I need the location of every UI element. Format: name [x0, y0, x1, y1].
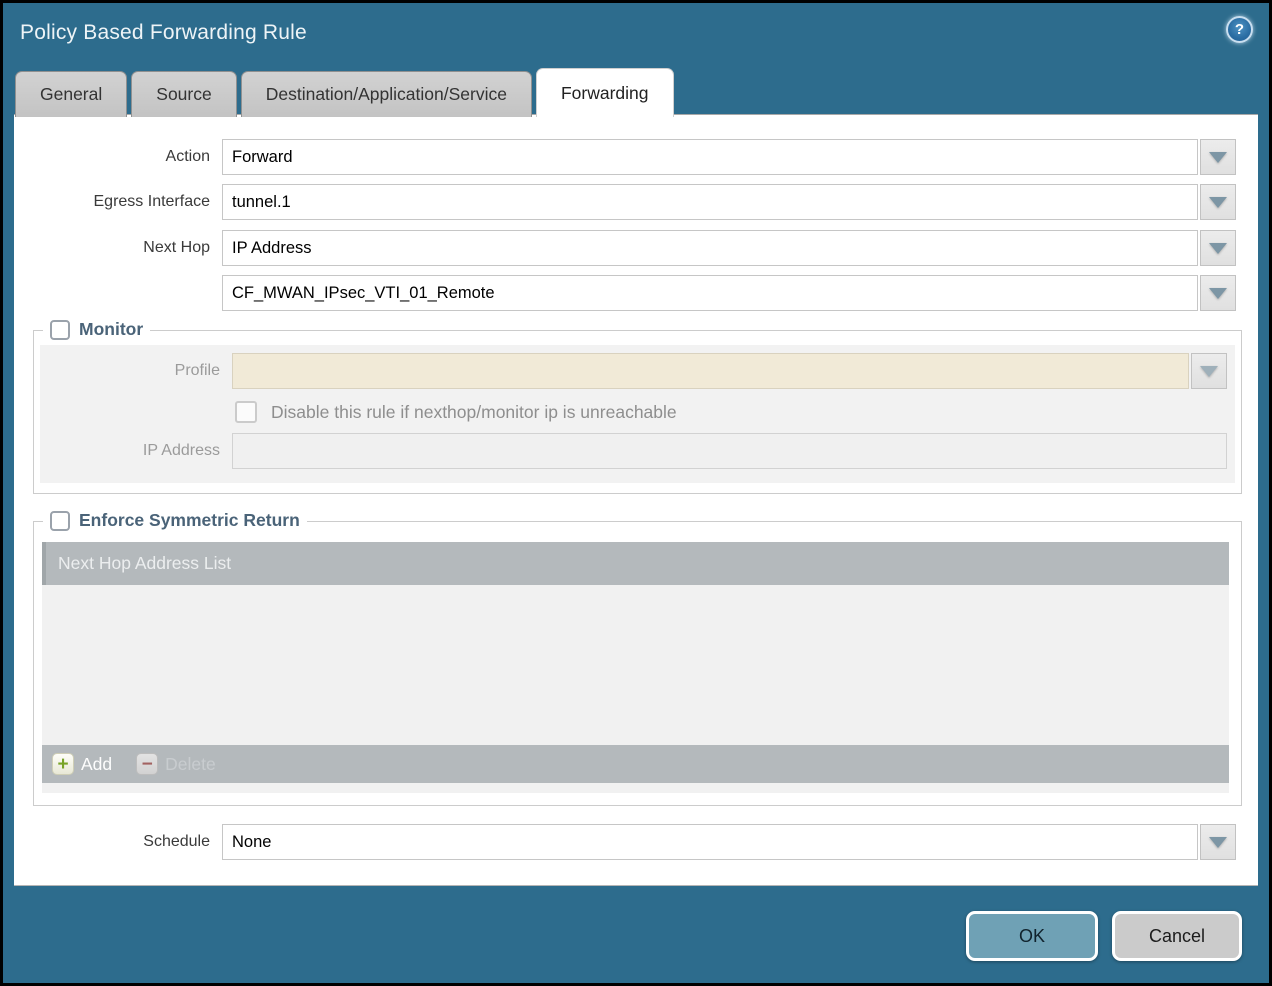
monitor-ip-address-label: IP Address: [40, 442, 220, 460]
plus-icon: +: [52, 753, 74, 775]
profile-select: [232, 353, 1189, 389]
monitor-legend: Monitor: [43, 319, 150, 340]
tab-destination-label: Destination/Application/Service: [266, 84, 507, 105]
egress-interface-dropdown-button[interactable]: [1200, 184, 1236, 220]
egress-interface-row: Egress Interface tunnel.1: [14, 184, 1236, 220]
schedule-dropdown-button[interactable]: [1200, 824, 1236, 860]
schedule-row: Schedule None: [14, 824, 1236, 860]
minus-icon: −: [136, 753, 158, 775]
next-hop-address-dropdown-button[interactable]: [1200, 275, 1236, 311]
dialog-title: Policy Based Forwarding Rule: [20, 21, 307, 45]
next-hop-address-list-header: Next Hop Address List: [42, 542, 1229, 585]
table-bottom-strip: [42, 783, 1229, 793]
tab-destination-application-service[interactable]: Destination/Application/Service: [241, 71, 532, 117]
profile-row: Profile: [40, 353, 1227, 389]
add-button[interactable]: + Add: [52, 753, 112, 775]
enforce-symmetric-return-legend: Enforce Symmetric Return: [43, 510, 307, 531]
monitor-legend-label: Monitor: [79, 319, 143, 340]
tab-forwarding-label: Forwarding: [561, 83, 649, 104]
next-hop-address-select[interactable]: CF_MWAN_IPsec_VTI_01_Remote: [222, 275, 1198, 311]
enforce-symmetric-return-label: Enforce Symmetric Return: [79, 510, 300, 531]
chevron-down-icon: [1209, 288, 1227, 299]
monitor-ip-address-input: [232, 433, 1227, 469]
tab-general-label: General: [40, 84, 102, 105]
next-hop-address-list-header-label: Next Hop Address List: [58, 553, 231, 574]
disable-rule-checkbox: [235, 401, 257, 423]
schedule-label: Schedule: [14, 833, 210, 851]
action-select[interactable]: Forward: [222, 139, 1198, 175]
chevron-down-icon: [1209, 197, 1227, 208]
action-label: Action: [14, 148, 210, 166]
profile-label: Profile: [40, 362, 220, 380]
monitor-ip-address-row: IP Address: [40, 433, 1227, 469]
help-icon[interactable]: ?: [1226, 16, 1253, 43]
chevron-down-icon: [1200, 366, 1218, 377]
tab-general[interactable]: General: [15, 71, 127, 117]
tab-bar: General Source Destination/Application/S…: [15, 68, 678, 117]
delete-button-label: Delete: [165, 754, 216, 775]
next-hop-row: Next Hop IP Address: [14, 230, 1236, 266]
profile-dropdown-button: [1191, 353, 1227, 389]
disable-rule-label: Disable this rule if nexthop/monitor ip …: [271, 402, 677, 423]
title-bar: Policy Based Forwarding Rule ?: [3, 3, 1269, 65]
table-toolbar: + Add − Delete: [42, 745, 1229, 783]
schedule-select[interactable]: None: [222, 824, 1198, 860]
monitor-panel: Profile Disable this rule if nexthop/mon…: [40, 345, 1235, 483]
disable-rule-row: Disable this rule if nexthop/monitor ip …: [235, 401, 1227, 423]
ok-button-label: OK: [1019, 926, 1045, 947]
help-glyph: ?: [1235, 21, 1244, 38]
tab-source-label: Source: [156, 84, 211, 105]
next-hop-label: Next Hop: [14, 239, 210, 257]
next-hop-type-select[interactable]: IP Address: [222, 230, 1198, 266]
forwarding-tab-panel: Action Forward Egress Interface tunnel.1…: [14, 114, 1258, 886]
chevron-down-icon: [1209, 152, 1227, 163]
add-button-label: Add: [81, 754, 112, 775]
monitor-checkbox[interactable]: [50, 320, 70, 340]
delete-button: − Delete: [136, 753, 216, 775]
next-hop-type-dropdown-button[interactable]: [1200, 230, 1236, 266]
next-hop-address-row: CF_MWAN_IPsec_VTI_01_Remote: [14, 275, 1236, 311]
chevron-down-icon: [1209, 243, 1227, 254]
ok-button[interactable]: OK: [966, 911, 1098, 961]
egress-interface-select[interactable]: tunnel.1: [222, 184, 1198, 220]
egress-interface-label: Egress Interface: [14, 193, 210, 211]
cancel-button-label: Cancel: [1149, 926, 1205, 947]
chevron-down-icon: [1209, 837, 1227, 848]
next-hop-address-list-body: [42, 585, 1229, 745]
action-dropdown-button[interactable]: [1200, 139, 1236, 175]
tab-forwarding[interactable]: Forwarding: [536, 68, 674, 117]
pbf-rule-dialog: Policy Based Forwarding Rule ? General S…: [3, 3, 1269, 983]
cancel-button[interactable]: Cancel: [1112, 911, 1242, 961]
next-hop-address-table: Next Hop Address List + Add − Delete: [42, 542, 1229, 793]
tab-source[interactable]: Source: [131, 71, 236, 117]
enforce-symmetric-return-checkbox[interactable]: [50, 511, 70, 531]
action-row: Action Forward: [14, 139, 1236, 175]
enforce-symmetric-return-group: Enforce Symmetric Return Next Hop Addres…: [33, 521, 1242, 806]
monitor-group: Monitor Profile Disable this rule if nex…: [33, 330, 1242, 494]
